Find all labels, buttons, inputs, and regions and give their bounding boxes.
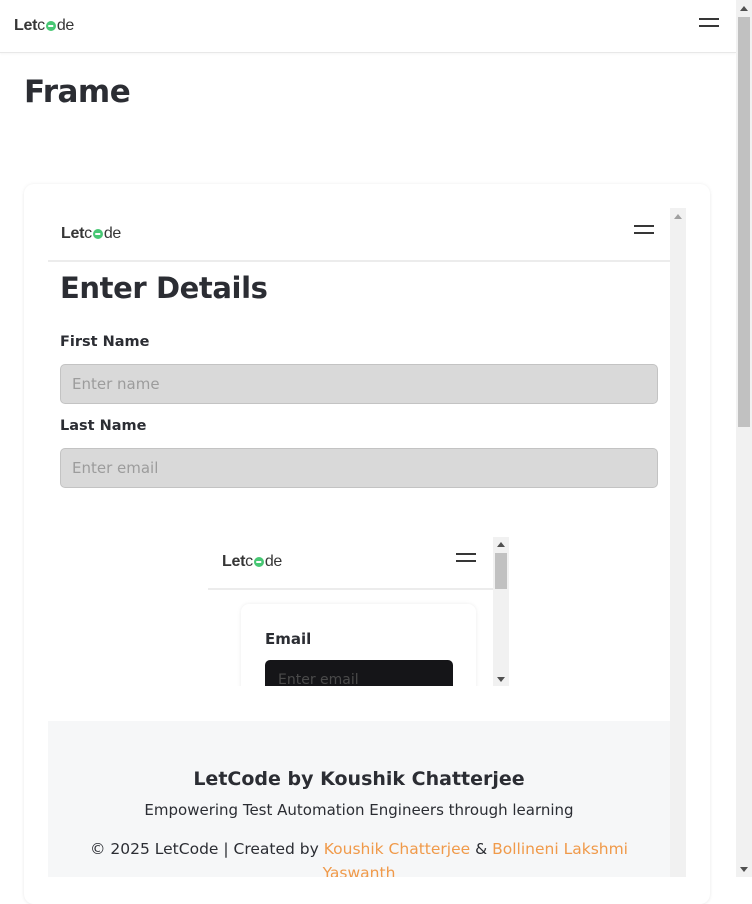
credits-separator: & [475, 840, 488, 858]
logo-text-c: c [84, 225, 92, 242]
logo-text-c: c [37, 17, 45, 34]
inner-iframe[interactable]: Let c de Email [208, 537, 509, 686]
scroll-up-arrow-icon[interactable] [740, 6, 748, 11]
logo-circle-icon [253, 557, 264, 567]
hamburger-menu-icon[interactable] [634, 225, 654, 234]
scrollbar-thumb[interactable] [738, 17, 750, 427]
inner-iframe-navbar: Let c de [208, 537, 493, 590]
logo-circle-icon [92, 229, 103, 239]
footer-credits: © 2025 LetCode | Created by Koushik Chat… [88, 837, 630, 877]
page-scrollbar[interactable] [736, 0, 752, 877]
scroll-up-arrow-icon[interactable] [674, 214, 682, 219]
inner-iframe-scrollbar[interactable] [493, 537, 509, 686]
footer-title: LetCode by Koushik Chatterjee [193, 768, 525, 790]
logo-text-de: de [56, 17, 75, 34]
email-input[interactable] [265, 660, 453, 686]
letcode-logo[interactable]: Let c de [14, 17, 74, 35]
first-name-input[interactable] [60, 364, 658, 404]
burger-line [699, 18, 719, 20]
logo-text-c: c [245, 553, 253, 570]
last-name-label: Last Name [60, 418, 147, 434]
outer-iframe-scrollbar[interactable] [670, 208, 686, 877]
letcode-logo[interactable]: Let c de [61, 225, 121, 243]
letcode-logo[interactable]: Let c de [222, 553, 282, 571]
last-name-input[interactable] [60, 448, 658, 488]
top-navbar: Let c de [0, 0, 736, 53]
hamburger-menu-icon[interactable] [699, 18, 719, 27]
footer: LetCode by Koushik Chatterjee Empowering… [48, 721, 670, 877]
scroll-up-arrow-icon[interactable] [497, 542, 505, 547]
burger-line [456, 560, 476, 562]
first-name-label: First Name [60, 334, 150, 350]
scroll-down-arrow-icon[interactable] [497, 677, 505, 682]
burger-line [456, 553, 476, 555]
logo-text-let: Let [222, 553, 246, 570]
logo-circle-icon [45, 21, 56, 31]
logo-text-let: Let [14, 17, 38, 34]
credits-prefix: © 2025 LetCode | Created by [89, 840, 319, 858]
logo-text-let: Let [61, 225, 85, 242]
burger-line [634, 232, 654, 234]
logo-text-de: de [103, 225, 122, 242]
email-card: Email [241, 604, 476, 686]
outer-iframe[interactable]: Letcde Enter Details First Name Last Nam… [48, 208, 686, 877]
logo-text-de: de [264, 553, 283, 570]
details-heading: Enter Details [60, 271, 268, 305]
hamburger-menu-icon[interactable] [456, 553, 476, 562]
burger-line [699, 25, 719, 27]
footer-tagline: Empowering Test Automation Engineers thr… [144, 801, 574, 819]
author-link-koushik[interactable]: Koushik Chatterjee [324, 840, 470, 858]
scrollbar-thumb[interactable] [495, 553, 507, 589]
scroll-down-arrow-icon[interactable] [740, 867, 748, 872]
page-title: Frame [24, 74, 131, 110]
iframe-navbar: Let c de [48, 208, 670, 262]
burger-line [634, 225, 654, 227]
email-label: Email [265, 630, 312, 648]
